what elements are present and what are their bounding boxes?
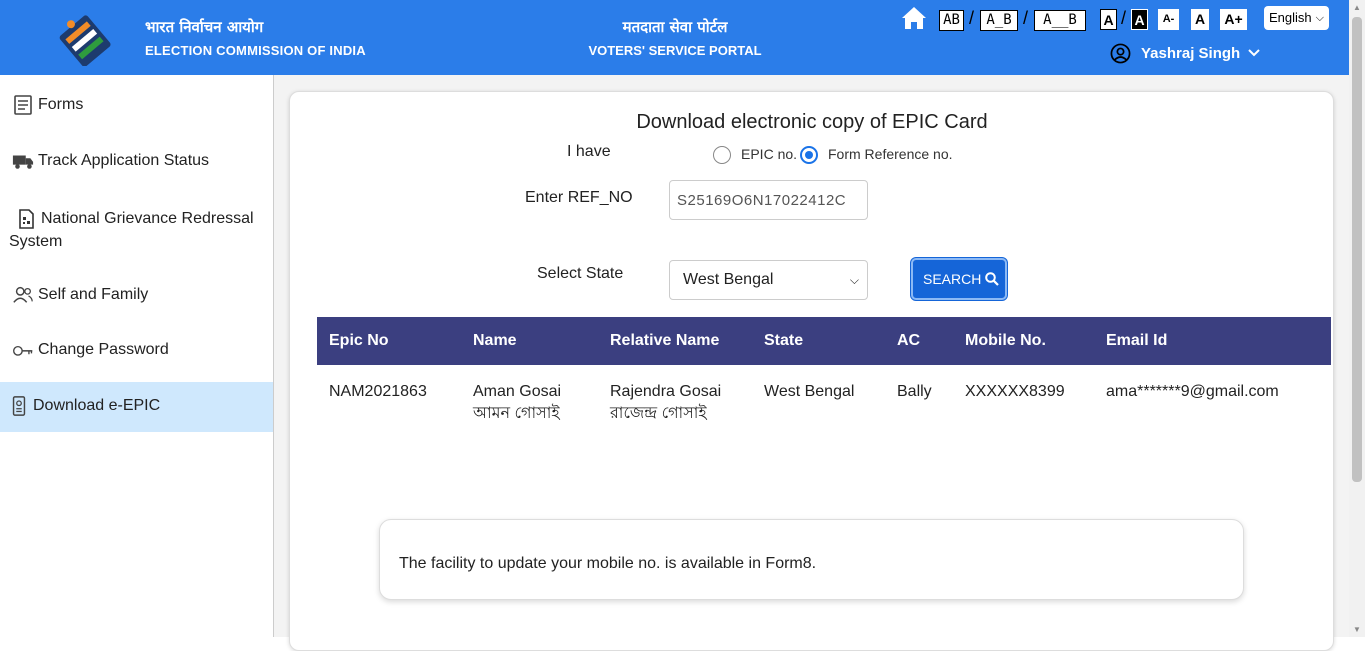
separator-slash: / [1023,8,1029,28]
cell-email: ama*******9@gmail.com [1106,383,1279,400]
user-menu[interactable]: Yashraj Singh [1110,42,1260,64]
document-icon [19,208,34,229]
sidebar-item-forms[interactable]: Forms [0,95,273,119]
radio-epic-no[interactable] [713,146,731,164]
notice-text: The facility to update your mobile no. i… [399,555,817,572]
users-icon [13,286,33,303]
state-select[interactable]: West Bengal ⌵ [669,260,868,300]
letter-spacing-medium-button[interactable]: A_B [980,10,1018,31]
chevron-down-icon: ⌵ [1315,12,1324,24]
ref-no-label: Enter REF_NO [525,189,633,206]
user-circle-icon [1110,43,1131,63]
ref-no-input[interactable]: S25169O6N17022412C [669,180,868,220]
sidebar-item-download-epic[interactable]: Download e-EPIC [0,382,273,432]
cell-epic-no: NAM2021863 [329,383,427,400]
radio-form-reference-label[interactable]: Form Reference no. [828,146,953,162]
font-decrease-button[interactable]: A- [1158,9,1179,30]
sidebar-item-grievance[interactable]: National Grievance Redressal System [0,207,273,255]
separator-slash: / [1121,8,1127,28]
sidebar-item-label: Track Application Status [38,152,210,170]
info-notice: The facility to update your mobile no. i… [379,519,1244,600]
font-normal-button[interactable]: A [1191,9,1209,30]
search-button[interactable]: SEARCH [911,258,1007,300]
sidebar-item-self-family[interactable]: Self and Family [0,285,273,309]
sidebar-item-label: Self and Family [38,286,149,304]
chevron-down-icon [1248,49,1260,57]
results-table-header: Epic No Name Relative Name State AC Mobi… [317,317,1331,365]
radio-epic-no-label[interactable]: EPIC no. [741,146,797,162]
org-name: भारत निर्वाचन आयोग ELECTION COMMISSION O… [145,17,366,58]
column-header-name: Name [473,332,517,349]
column-header-relative-name: Relative Name [610,332,720,349]
contrast-high-button[interactable]: A [1131,9,1148,30]
column-header-epic-no: Epic No [329,332,389,349]
org-name-hindi: भारत निर्वाचन आयोग [145,18,264,36]
cell-name-local: আমন গোসাই [473,405,560,422]
cell-mobile: XXXXXX8399 [965,383,1065,400]
i-have-label: I have [567,143,611,160]
key-icon [13,345,33,356]
state-label: Select State [537,265,624,282]
user-name: Yashraj Singh [1141,44,1241,62]
state-value: West Bengal [683,271,774,288]
letter-spacing-wide-button[interactable]: A__B [1034,10,1086,31]
chevron-down-icon: ⌵ [849,273,859,287]
search-icon [985,272,999,286]
sidebar-item-label: Change Password [38,341,169,359]
sidebar-item-label: National Grievance Redressal [41,210,254,227]
eci-logo [59,15,111,66]
cell-name: Aman Gosai আমন গোসাই [473,381,561,425]
font-increase-button[interactable]: A+ [1220,9,1247,30]
scrollbar-thumb[interactable] [1352,17,1362,482]
cell-relative-name-local: রাজেন্দ্র গোসাই [610,405,707,422]
cell-state: West Bengal [764,383,855,400]
id-card-icon [12,395,26,416]
cell-name-english: Aman Gosai [473,383,562,400]
portal-name: मतदाता सेवा पोर्टल VOTERS' SERVICE PORTA… [585,17,765,58]
language-value: English [1269,10,1312,25]
sidebar-item-label: Download e-EPIC [33,397,161,414]
cell-ac: Bally [897,383,932,400]
page-title: Download electronic copy of EPIC Card [636,111,988,133]
home-icon[interactable] [901,6,927,30]
page-scrollbar[interactable]: ▲ ▼ [1349,0,1365,637]
column-header-state: State [764,332,804,349]
column-header-mobile: Mobile No. [965,332,1046,349]
radio-form-reference[interactable] [800,146,818,164]
scroll-up-arrow-icon[interactable]: ▲ [1353,3,1361,12]
sidebar: Forms Track Application Status National … [0,75,274,637]
language-select[interactable]: English ⌵ [1264,6,1329,30]
sidebar-item-label-line2: System [9,233,63,250]
separator-slash: / [969,8,975,28]
portal-name-english: VOTERS' SERVICE PORTAL [588,43,762,58]
column-header-email: Email Id [1106,332,1168,349]
org-name-english: ELECTION COMMISSION OF INDIA [145,43,366,58]
cell-relative-name-english: Rajendra Gosai [610,383,722,400]
contrast-normal-button[interactable]: A [1100,9,1117,30]
portal-name-hindi: मतदाता सेवा पोर्टल [622,18,728,36]
letter-spacing-normal-button[interactable]: AB [939,10,964,31]
sidebar-item-track-status[interactable]: Track Application Status [0,151,273,175]
search-button-label: SEARCH [923,271,982,287]
top-header: भारत निर्वाचन आयोग ELECTION COMMISSION O… [0,0,1349,75]
column-header-ac: AC [897,332,921,349]
sidebar-item-change-password[interactable]: Change Password [0,340,273,364]
truck-icon [12,155,34,169]
scroll-down-arrow-icon[interactable]: ▼ [1353,625,1361,634]
cell-relative-name: Rajendra Gosai রাজেন্দ্র গোসাই [610,381,721,425]
sidebar-item-label: Forms [38,96,84,114]
form-icon [14,95,32,115]
